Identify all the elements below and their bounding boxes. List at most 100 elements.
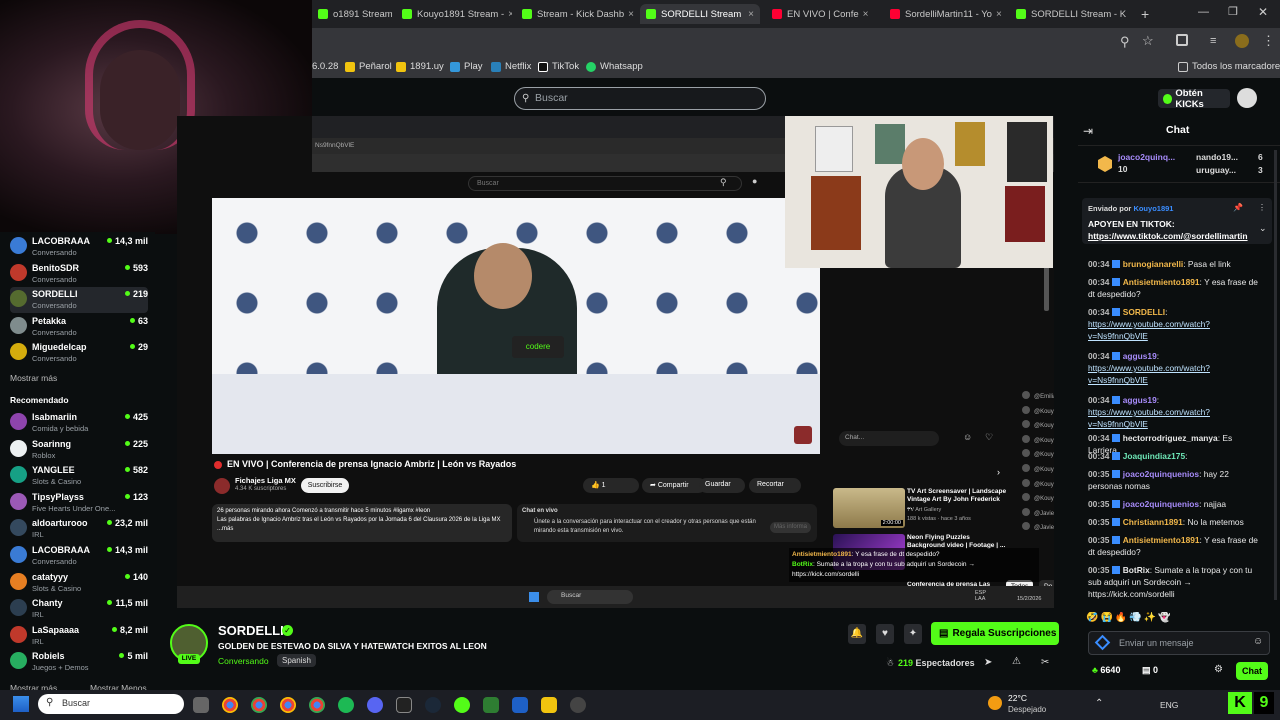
bookmark-item[interactable]: 6.0.28 bbox=[312, 61, 338, 72]
close-tab-icon[interactable]: × bbox=[504, 9, 512, 20]
chrome-icon[interactable] bbox=[280, 697, 296, 713]
sidebar-channel[interactable]: Isabmariin Comida y bebida 425 bbox=[10, 410, 148, 436]
bookmark-item[interactable]: Peñarol bbox=[345, 61, 392, 72]
bookmark-item[interactable]: TikTok bbox=[538, 61, 579, 72]
yt-search-input[interactable]: Buscar bbox=[468, 176, 742, 191]
weather-temp[interactable]: 22°C bbox=[1008, 693, 1027, 703]
tray-app-icon[interactable]: 9 bbox=[1254, 692, 1274, 714]
sidebar-channel[interactable]: aldoarturooo IRL 23,2 mil bbox=[10, 516, 148, 542]
yt-clip-button[interactable]: Recortar bbox=[749, 478, 801, 493]
notification-bell-button[interactable]: 🔔 bbox=[848, 624, 866, 644]
chat-scrollbar[interactable] bbox=[1274, 150, 1277, 600]
steam-icon[interactable] bbox=[425, 697, 441, 713]
category-link[interactable]: Conversando bbox=[218, 656, 269, 666]
yt-save-button[interactable]: Guardar bbox=[699, 478, 745, 493]
yt-like-button[interactable]: 👍 1 bbox=[583, 478, 639, 493]
sidebar-channel[interactable]: Miguedelcap Conversando 29 bbox=[10, 340, 148, 366]
bookmark-item[interactable]: Netflix bbox=[491, 61, 531, 72]
media-control-icon[interactable]: ≡ bbox=[1210, 35, 1216, 47]
pin-icon[interactable]: 📌 bbox=[1233, 203, 1243, 212]
chat-link[interactable]: https://www.youtube.com/watch?v=Ns9fnnQb… bbox=[1088, 407, 1210, 429]
chat-username[interactable]: brunogianarelli bbox=[1123, 259, 1184, 269]
clip-icon[interactable]: ✂ bbox=[1041, 657, 1049, 668]
file-explorer-icon[interactable] bbox=[541, 697, 557, 713]
profile-avatar[interactable] bbox=[1235, 34, 1249, 48]
browser-tab[interactable]: Kouyo1891 Stream - × bbox=[396, 4, 512, 24]
chat-username[interactable]: Antisietmiento1891 bbox=[1123, 277, 1200, 287]
bookmark-item[interactable]: Whatsapp bbox=[586, 61, 643, 72]
share-icon[interactable]: ➤ bbox=[984, 657, 992, 668]
yt-channel-avatar[interactable] bbox=[214, 478, 230, 494]
new-tab-button[interactable]: + bbox=[1141, 6, 1149, 22]
language-indicator[interactable]: ENG bbox=[1160, 700, 1178, 710]
pinned-link[interactable]: https://www.tiktok.com/@sordellimartin bbox=[1088, 231, 1248, 241]
sidebar-channel[interactable]: Robiels Juegos + Demos 5 mil bbox=[10, 649, 148, 675]
chat-settings-icon[interactable]: ⚙ bbox=[1214, 664, 1223, 675]
task-view-icon[interactable] bbox=[193, 697, 209, 713]
collapse-chat-icon[interactable]: ⇥ bbox=[1083, 124, 1093, 138]
terminal-icon[interactable] bbox=[396, 697, 412, 713]
show-more-link[interactable]: Mostrar más bbox=[10, 373, 57, 383]
browser-menu-icon[interactable]: ⋮ bbox=[1262, 33, 1275, 49]
chat-link[interactable]: https://www.youtube.com/watch?v=Ns9fnnQb… bbox=[1088, 363, 1210, 385]
report-icon[interactable]: ⚠ bbox=[1012, 656, 1021, 667]
sidebar-channel[interactable]: LACOBRAAA Conversando 14,3 mil bbox=[10, 234, 148, 260]
search-input[interactable]: ⚲ Buscar bbox=[514, 87, 766, 110]
tray-chevron-icon[interactable]: ⌃ bbox=[1095, 698, 1103, 709]
store-icon[interactable] bbox=[512, 697, 528, 713]
close-window-button[interactable]: ✕ bbox=[1258, 5, 1268, 19]
browser-tab[interactable]: o1891 Stream -× bbox=[312, 4, 392, 24]
sidebar-channel[interactable]: LaSapaaaa IRL 8,2 mil bbox=[10, 623, 148, 649]
yt-description[interactable]: 26 personas mirando ahora Comenzó a tran… bbox=[212, 504, 512, 542]
leader-name[interactable]: nando19... bbox=[1196, 152, 1238, 162]
close-tab-icon[interactable]: × bbox=[1126, 9, 1130, 20]
xbox-icon[interactable] bbox=[454, 697, 470, 713]
more-icon[interactable]: ⋮ bbox=[1258, 203, 1266, 212]
chevron-right-icon[interactable]: › bbox=[997, 467, 1000, 477]
taskbar-search[interactable]: ⚲ Buscar bbox=[38, 694, 184, 714]
extensions-icon[interactable] bbox=[1176, 34, 1188, 46]
close-tab-icon[interactable]: × bbox=[992, 9, 1002, 20]
sidebar-channel[interactable]: Chanty IRL 11,5 mil bbox=[10, 596, 148, 622]
rec-thumb[interactable]: 2:00:00 bbox=[833, 488, 905, 528]
channel-points[interactable]: ♣ 6640 bbox=[1092, 665, 1120, 675]
bookmark-item[interactable]: Play bbox=[450, 61, 482, 72]
sidebar-channel[interactable]: catatyyy Slots & Casino 140 bbox=[10, 570, 148, 596]
user-avatar[interactable] bbox=[1237, 88, 1257, 108]
yt-chat-input[interactable]: Chat... bbox=[839, 431, 939, 446]
chat-username[interactable]: SORDELLI bbox=[1123, 307, 1165, 317]
chat-username[interactable]: Antisietmiento1891 bbox=[1123, 535, 1200, 545]
heart-icon[interactable]: ♡ bbox=[985, 432, 993, 443]
browser-tab[interactable]: SORDELLI Stream - K× bbox=[1010, 4, 1130, 24]
language-tag[interactable]: Spanish bbox=[277, 654, 316, 667]
chevron-down-icon[interactable]: ⌄ bbox=[1259, 223, 1267, 234]
leader-name[interactable]: uruguay... bbox=[1196, 165, 1236, 175]
all-bookmarks[interactable]: Todos los marcadores bbox=[1178, 61, 1280, 72]
gift-count[interactable]: ▤ 0 bbox=[1142, 665, 1158, 676]
close-tab-icon[interactable]: × bbox=[624, 9, 634, 20]
pinned-message[interactable]: Enviado por Kouyo1891 📌 ⋮ APOYEN EN TIKT… bbox=[1082, 198, 1272, 244]
bookmark-star-icon[interactable]: ☆ bbox=[1142, 33, 1154, 49]
chrome-icon[interactable] bbox=[251, 697, 267, 713]
sidebar-channel[interactable]: SORDELLI Conversando 219 bbox=[10, 287, 148, 314]
chat-input[interactable]: Enviar un mensaje ☺ bbox=[1088, 631, 1270, 655]
chrome-icon[interactable] bbox=[222, 697, 238, 713]
channel-name[interactable]: SORDELLI bbox=[218, 623, 284, 638]
chat-username[interactable]: BotRix bbox=[1123, 565, 1150, 575]
bookmark-item[interactable]: 1891.uy bbox=[396, 61, 444, 72]
sidebar-channel[interactable]: LACOBRAAA Conversando 14,3 mil bbox=[10, 543, 148, 569]
yt-scrollbar[interactable] bbox=[1044, 266, 1049, 311]
minimize-button[interactable]: — bbox=[1198, 6, 1209, 18]
get-kicks-button[interactable]: Obtén KICKs bbox=[1158, 88, 1230, 110]
star-icon[interactable]: ✦ bbox=[904, 624, 922, 644]
chat-username[interactable]: aggus19 bbox=[1123, 351, 1157, 361]
mic-icon[interactable]: ● bbox=[752, 176, 757, 186]
chat-username[interactable]: joaco2quinquenios bbox=[1123, 499, 1199, 509]
zoom-icon[interactable]: ⚲ bbox=[1120, 34, 1130, 50]
chat-link[interactable]: https://www.youtube.com/watch?v=Ns9fnnQb… bbox=[1088, 319, 1210, 341]
chat-username[interactable]: Joaquindiaz175 bbox=[1123, 451, 1185, 461]
emote-bar[interactable]: 🤣😭🔥💨✨👻 bbox=[1086, 612, 1271, 626]
leader-name[interactable]: joaco2quinq... bbox=[1118, 152, 1175, 162]
sidebar-channel[interactable]: Soarinng Roblox 225 bbox=[10, 437, 148, 463]
sidebar-channel[interactable]: Petakka Conversando 63 bbox=[10, 314, 148, 340]
